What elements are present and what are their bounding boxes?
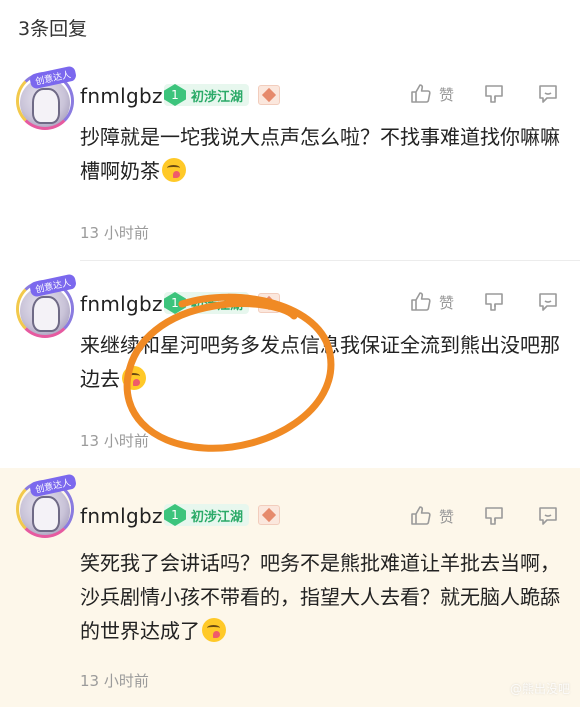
thumbs-down-icon [485, 85, 503, 103]
avatar[interactable]: 创意达人 [14, 65, 78, 134]
like-label: 赞 [438, 293, 454, 312]
chat-bubble-icon [539, 507, 557, 525]
thumbs-down-icon [485, 507, 503, 525]
gem-icon: 1 [164, 504, 186, 526]
reply-count-header: 3条回复 [18, 18, 88, 40]
comment-time: 13 小时前 [80, 672, 149, 690]
comment-item-highlighted: 创意达人 fnmlgbz 1 初涉江湖 赞 笑死我了会讲话吗？吧务不是熊批难道让… [0, 468, 580, 707]
comment-item: 创意达人 fnmlgbz 1 初涉江湖 赞 抄障就是一坨我说大点声怎么啦？不找事… [0, 64, 580, 264]
diamond-badge-icon[interactable] [258, 505, 280, 525]
thumbs-up-icon [411, 292, 431, 311]
comment-time: 13 小时前 [80, 224, 149, 242]
username[interactable]: fnmlgbz [80, 292, 163, 316]
level-badge[interactable]: 1 初涉江湖 [164, 84, 250, 106]
yum-emoji-icon [162, 158, 186, 182]
dislike-button[interactable] [482, 504, 506, 528]
like-button[interactable]: 赞 [409, 504, 454, 528]
thumbs-up-icon [411, 84, 431, 103]
level-badge[interactable]: 1 初涉江湖 [164, 292, 250, 314]
like-label: 赞 [438, 85, 454, 104]
level-badge[interactable]: 1 初涉江湖 [164, 504, 250, 526]
yum-emoji-icon [202, 618, 226, 642]
reply-button[interactable] [536, 82, 560, 106]
divider [80, 260, 580, 261]
like-label: 赞 [438, 507, 454, 526]
comment-actions: 赞 [409, 82, 560, 106]
gem-icon: 1 [164, 292, 186, 314]
comment-text: 来继续和星河吧务多发点信息我保证全流到熊出没吧那边去 [80, 333, 560, 391]
gem-icon: 1 [164, 84, 186, 106]
diamond-badge-icon[interactable] [258, 85, 280, 105]
username[interactable]: fnmlgbz [80, 504, 163, 528]
comment-time: 13 小时前 [80, 432, 149, 450]
chat-bubble-icon [539, 85, 557, 103]
comment-actions: 赞 [409, 290, 560, 314]
diamond-badge-icon[interactable] [258, 293, 280, 313]
thumbs-up-icon [411, 506, 431, 525]
like-button[interactable]: 赞 [409, 290, 454, 314]
thumbs-down-icon [485, 293, 503, 311]
level-name: 初涉江湖 [191, 89, 244, 105]
dislike-button[interactable] [482, 290, 506, 314]
avatar[interactable]: 创意达人 [14, 273, 78, 342]
chat-bubble-icon [539, 293, 557, 311]
comment-item: 创意达人 fnmlgbz 1 初涉江湖 赞 来继续和星河吧务多发点信息我保证全流… [0, 272, 580, 468]
comment-text: 抄障就是一坨我说大点声怎么啦？不找事难道找你嘛嘛槽啊奶茶 [80, 125, 560, 183]
level-name: 初涉江湖 [191, 509, 244, 525]
like-button[interactable]: 赞 [409, 82, 454, 106]
comment-text: 笑死我了会讲话吗？吧务不是熊批难道让羊批去当啊，沙兵剧情小孩不带看的，指望大人去… [80, 551, 560, 643]
level-name: 初涉江湖 [191, 297, 244, 313]
reply-button[interactable] [536, 504, 560, 528]
comment-actions: 赞 [409, 504, 560, 528]
reply-button[interactable] [536, 290, 560, 314]
yum-emoji-icon [122, 366, 146, 390]
username[interactable]: fnmlgbz [80, 84, 163, 108]
avatar[interactable]: 创意达人 [14, 473, 78, 542]
dislike-button[interactable] [482, 82, 506, 106]
watermark: @熊出没吧 [509, 682, 570, 696]
